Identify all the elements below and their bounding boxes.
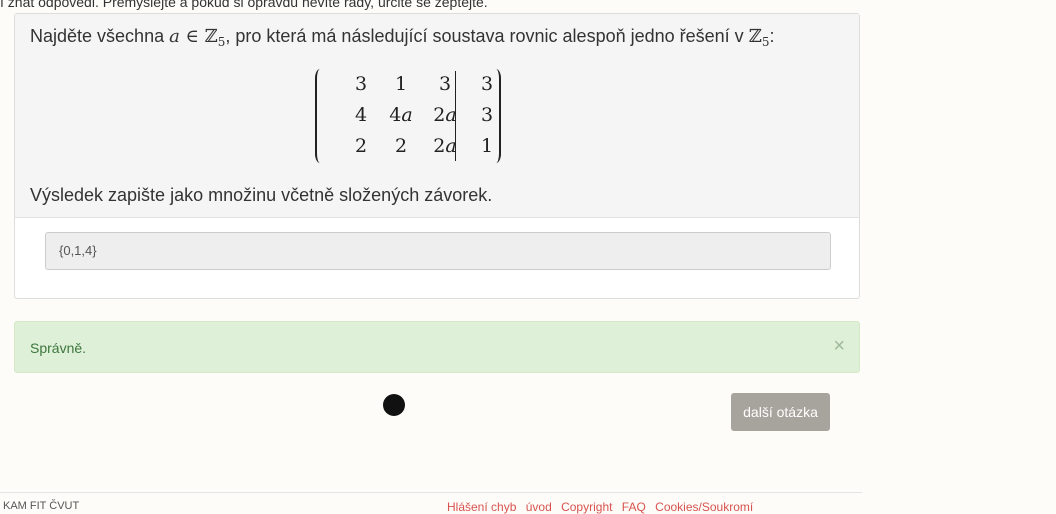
question-text-part: , pro která má následující soustava rovn…: [225, 26, 749, 46]
mouse-cursor: [383, 394, 405, 416]
footer-links: Hlášení chyb úvod Copyright FAQ Cookies/…: [447, 500, 759, 514]
subscript-5: 5: [217, 35, 226, 49]
question-text-part: Najděte všechna: [30, 26, 170, 46]
matrix-cell: 2: [394, 135, 408, 157]
question-instruction: Výsledek zapište jako množinu včetně slo…: [30, 185, 493, 205]
alert-text: Správně.: [30, 340, 87, 356]
footer-divider: [0, 492, 862, 493]
matrix-cell: 3: [480, 73, 494, 95]
matrix-cell: 3: [480, 104, 494, 126]
footer-link-copyright[interactable]: Copyright: [561, 500, 612, 514]
in-symbol: ∈: [179, 26, 205, 47]
success-alert: Správně. ×: [14, 321, 860, 373]
matrix-cell: 4: [354, 104, 368, 126]
matrix-cell: 3: [354, 73, 368, 95]
footer-brand: KAM FIT ČVUT: [3, 500, 80, 512]
question-text: Najděte všechna a ∈ ℤ5, pro která má nás…: [30, 26, 775, 49]
question-card: Najděte všechna a ∈ ℤ5, pro která má nás…: [14, 13, 860, 299]
matrix-cell: 4a: [389, 104, 413, 126]
close-icon[interactable]: ×: [833, 335, 845, 358]
footer-link-intro[interactable]: úvod: [526, 500, 552, 514]
top-note: í znát odpovědi. Přemýšlejte a pokud si …: [0, 0, 488, 10]
matrix-cell: 2a: [433, 135, 457, 157]
next-question-button[interactable]: další otázka: [731, 393, 830, 431]
augmented-matrix: 3 1 3 3 4 4a 2a 3 2 2 2a 1: [315, 69, 501, 163]
matrix-cell: 1: [480, 135, 494, 157]
matrix-left-paren: [315, 69, 325, 163]
set-z: ℤ: [748, 26, 762, 47]
footer-link-bug-report[interactable]: Hlášení chyb: [447, 500, 516, 514]
matrix-cell: 2: [354, 135, 368, 157]
subscript-5: 5: [761, 35, 770, 49]
question-text-part: :: [769, 26, 775, 46]
footer-link-cookies[interactable]: Cookies/Soukromí: [655, 500, 753, 514]
matrix-cell: 1: [394, 73, 408, 95]
answer-input[interactable]: {0,1,4}: [45, 232, 831, 270]
question-header: Najděte všechna a ∈ ℤ5, pro která má nás…: [15, 14, 859, 218]
set-z: ℤ: [204, 26, 218, 47]
footer-link-faq[interactable]: FAQ: [622, 500, 646, 514]
variable-a: a: [169, 26, 180, 47]
matrix-cell: 3: [438, 73, 452, 95]
matrix-cell: 2a: [433, 104, 457, 126]
